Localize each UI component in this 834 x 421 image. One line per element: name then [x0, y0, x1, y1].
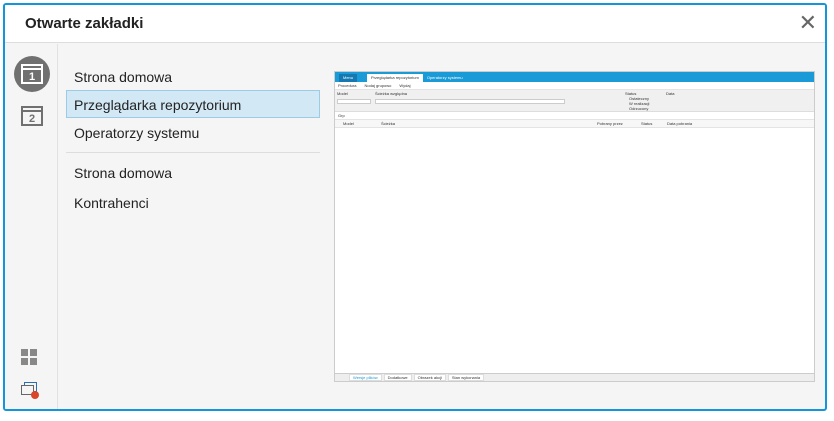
window-2-button[interactable]: 2 [14, 98, 50, 134]
tab-list: Strona domowa Przeglądarka repozytorium … [66, 62, 320, 216]
open-tabs-dialog: Otwarte zakładki ✕ 1 2 Strona domowa Prz… [3, 3, 827, 411]
preview-toolbar: Procedura Nodaj grupowo Wydaj [335, 82, 814, 90]
window-icon: 2 [21, 106, 43, 126]
tab-preview[interactable]: Menu Przeglądarka repozytorium Operatorz… [334, 71, 815, 382]
preview-header-row: Model Ścieżka Pobrany przez Status Data … [335, 120, 814, 128]
tab-item[interactable]: Strona domowa [66, 62, 320, 90]
group-divider [66, 152, 320, 153]
preview-filters: Model Ścieżka względna Status Ostateczny… [335, 90, 814, 112]
tab-item[interactable]: Strona domowa [66, 158, 320, 186]
close-icon[interactable]: ✕ [799, 12, 817, 34]
group-row: Grp [335, 112, 814, 120]
tab-item[interactable]: Kontrahenci [66, 188, 320, 216]
tab-item-selected[interactable]: Przeglądarka repozytorium [66, 90, 320, 118]
tab-item[interactable]: Operatorzy systemu [66, 118, 320, 146]
preview-titlebar: Menu Przeglądarka repozytorium Operatorz… [335, 72, 814, 82]
close-windows-icon[interactable] [21, 382, 39, 399]
window-icon: 1 [21, 64, 43, 84]
window-1-button[interactable]: 1 [14, 56, 50, 92]
grid-view-icon[interactable] [21, 349, 37, 365]
preview-bottom-tabs: Wersje plików Dodatkowe Obrazek akcji St… [335, 373, 814, 381]
window-rail: 1 2 [5, 44, 58, 409]
dialog-title: Otwarte zakładki [5, 5, 825, 43]
